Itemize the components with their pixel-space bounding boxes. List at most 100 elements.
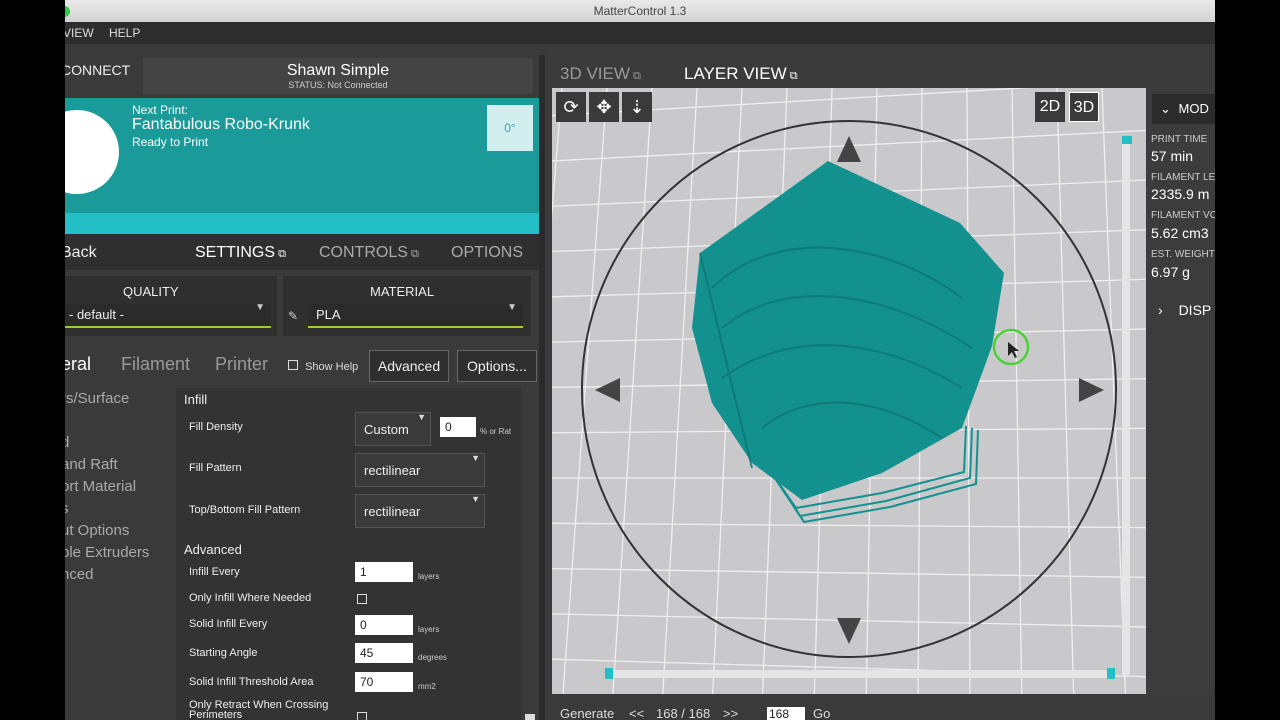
- filament-length-value: 2335.9 m: [1151, 186, 1210, 202]
- infill-every-unit: layers: [418, 572, 440, 581]
- prev-layer-button[interactable]: <<: [629, 706, 644, 720]
- temperature-badge[interactable]: 0°: [487, 105, 533, 151]
- rotate-icon[interactable]: ⟳: [556, 92, 586, 122]
- solid-threshold-input[interactable]: 70: [355, 672, 413, 692]
- window-title: MatterControl 1.3: [593, 4, 687, 18]
- category-item[interactable]: d: [65, 434, 69, 451]
- range-slider-end-handle[interactable]: [1107, 668, 1115, 679]
- tab-3d-view[interactable]: 3D VIEW ⧉: [560, 64, 641, 84]
- category-item[interactable]: rs/Surface: [65, 390, 129, 407]
- layer-slider-track[interactable]: [1122, 140, 1130, 675]
- only-infill-checkbox[interactable]: [357, 594, 367, 604]
- popout-icon: ⧉: [407, 248, 419, 260]
- advanced-button[interactable]: Advanced: [369, 350, 449, 382]
- arrow-left-icon[interactable]: [595, 378, 620, 402]
- tab-filament[interactable]: Filament: [121, 354, 190, 375]
- zoom-icon[interactable]: ⇣: [622, 92, 652, 122]
- only-retract-checkbox[interactable]: [357, 712, 367, 720]
- layer-viewport[interactable]: ⟳ ✥ ⇣ 2D 3D: [552, 88, 1146, 694]
- go-button[interactable]: Go: [813, 706, 830, 720]
- show-help-checkbox[interactable]: [288, 360, 298, 370]
- model-dropdown[interactable]: ⌄ MOD: [1152, 94, 1215, 124]
- generate-button[interactable]: Generate: [560, 706, 614, 720]
- show-help-toggle[interactable]: Show Help: [288, 360, 358, 373]
- filament-volume-value: 5.62 cm3: [1151, 225, 1209, 241]
- layer-counter: 168 / 168: [656, 706, 711, 720]
- popout-icon: ⧉: [786, 70, 798, 82]
- category-item[interactable]: ut Options: [65, 522, 129, 539]
- scrollbar-thumb[interactable]: [525, 714, 535, 720]
- display-label: DISP: [1178, 302, 1212, 318]
- settings-subtabs: eral Filament Printer Show Help Advanced…: [65, 346, 539, 382]
- tab-controls[interactable]: CONTROLS ⧉: [319, 244, 419, 262]
- printer-selector[interactable]: Shawn Simple STATUS: Not Connected: [143, 58, 533, 94]
- next-layer-button[interactable]: >>: [723, 706, 738, 720]
- connect-button[interactable]: CONNECT: [65, 62, 130, 78]
- chevron-down-icon: ▼: [417, 412, 426, 422]
- fill-density-label: Fill Density: [189, 421, 243, 433]
- model-mode-label: MOD: [1178, 101, 1209, 116]
- next-print-status: Ready to Print: [132, 135, 209, 149]
- options-button[interactable]: Options...: [457, 350, 537, 382]
- show-help-label: Show Help: [305, 361, 359, 373]
- layer-slider-handle[interactable]: [1122, 136, 1132, 144]
- category-item[interactable]: ort Material: [65, 478, 136, 495]
- layer-input[interactable]: 168: [767, 707, 805, 720]
- solid-infill-every-label: Solid Infill Every: [189, 618, 268, 630]
- menu-view[interactable]: VIEW: [65, 26, 94, 40]
- solid-threshold-value: 70: [360, 675, 374, 689]
- view-3d-button[interactable]: 3D: [1069, 92, 1099, 122]
- solid-infill-every-unit: layers: [418, 625, 440, 634]
- menu-bar: VIEW HELP: [65, 22, 1215, 44]
- tab-printer[interactable]: Printer: [215, 354, 268, 375]
- weight-value: 6.97 g: [1151, 264, 1190, 280]
- solid-threshold-label: Solid Infill Threshold Area: [189, 676, 314, 688]
- material-dropdown[interactable]: PLA ▼: [308, 302, 523, 328]
- arrow-up-icon[interactable]: [837, 136, 861, 162]
- tab-settings[interactable]: SETTINGS ⧉: [195, 244, 286, 262]
- infill-every-input[interactable]: 1: [355, 562, 413, 582]
- quality-label: QUALITY: [123, 284, 179, 299]
- starting-angle-input[interactable]: 45: [355, 643, 413, 663]
- category-item[interactable]: s: [65, 500, 69, 517]
- starting-angle-value: 45: [360, 646, 374, 660]
- fill-density-input[interactable]: 0: [440, 417, 476, 437]
- chevron-down-icon: ▼: [507, 302, 517, 313]
- chevron-down-icon: ▼: [471, 494, 480, 504]
- arrow-right-icon[interactable]: [1079, 378, 1104, 402]
- part-thumbnail[interactable]: [65, 110, 119, 194]
- range-slider-track[interactable]: [612, 670, 1110, 678]
- printer-name: Shawn Simple: [286, 62, 390, 79]
- chevron-down-icon: ▼: [471, 453, 480, 463]
- popout-icon: ⧉: [275, 248, 286, 260]
- tab-options[interactable]: OPTIONS: [451, 244, 523, 262]
- move-icon[interactable]: ✥: [589, 92, 619, 122]
- stats-panel: ⌄ MOD PRINT TIME 57 min FILAMENT LE 2335…: [1146, 88, 1215, 694]
- edit-pencil-icon[interactable]: ✎: [288, 309, 298, 323]
- range-slider-start-handle[interactable]: [605, 668, 613, 679]
- quality-dropdown[interactable]: - default - ▼: [65, 302, 271, 328]
- solid-infill-every-input[interactable]: 0: [355, 615, 413, 635]
- fill-pattern-select[interactable]: rectilinear ▼: [355, 453, 485, 487]
- fill-density-unit: % or Rat: [480, 427, 512, 436]
- settings-scrollbar[interactable]: [523, 384, 537, 720]
- category-item[interactable]: ple Extruders: [65, 544, 149, 561]
- back-button[interactable]: Back: [65, 244, 97, 262]
- mouse-cursor-icon: [1008, 342, 1019, 358]
- category-item[interactable]: and Raft: [65, 456, 118, 473]
- top-bottom-pattern-select[interactable]: rectilinear ▼: [355, 494, 485, 528]
- next-print-name: Fantabulous Robo-Krunk: [132, 116, 310, 133]
- category-item[interactable]: nced: [65, 566, 94, 583]
- chevron-down-icon: ▼: [255, 302, 265, 313]
- panel-divider[interactable]: [539, 55, 545, 720]
- print-time-value: 57 min: [1151, 148, 1194, 164]
- view-2d-button[interactable]: 2D: [1035, 92, 1065, 122]
- display-section[interactable]: › DISP: [1158, 302, 1211, 318]
- fill-density-mode-select[interactable]: Custom ▼: [355, 412, 431, 446]
- tab-layer-view[interactable]: LAYER VIEW ⧉: [684, 64, 798, 84]
- model-body[interactable]: [692, 161, 1004, 500]
- arrow-down-icon[interactable]: [837, 618, 861, 644]
- tab-general[interactable]: eral: [65, 354, 91, 375]
- view-tabs: 3D VIEW ⧉ LAYER VIEW ⧉: [545, 55, 1215, 87]
- menu-help[interactable]: HELP: [109, 26, 140, 40]
